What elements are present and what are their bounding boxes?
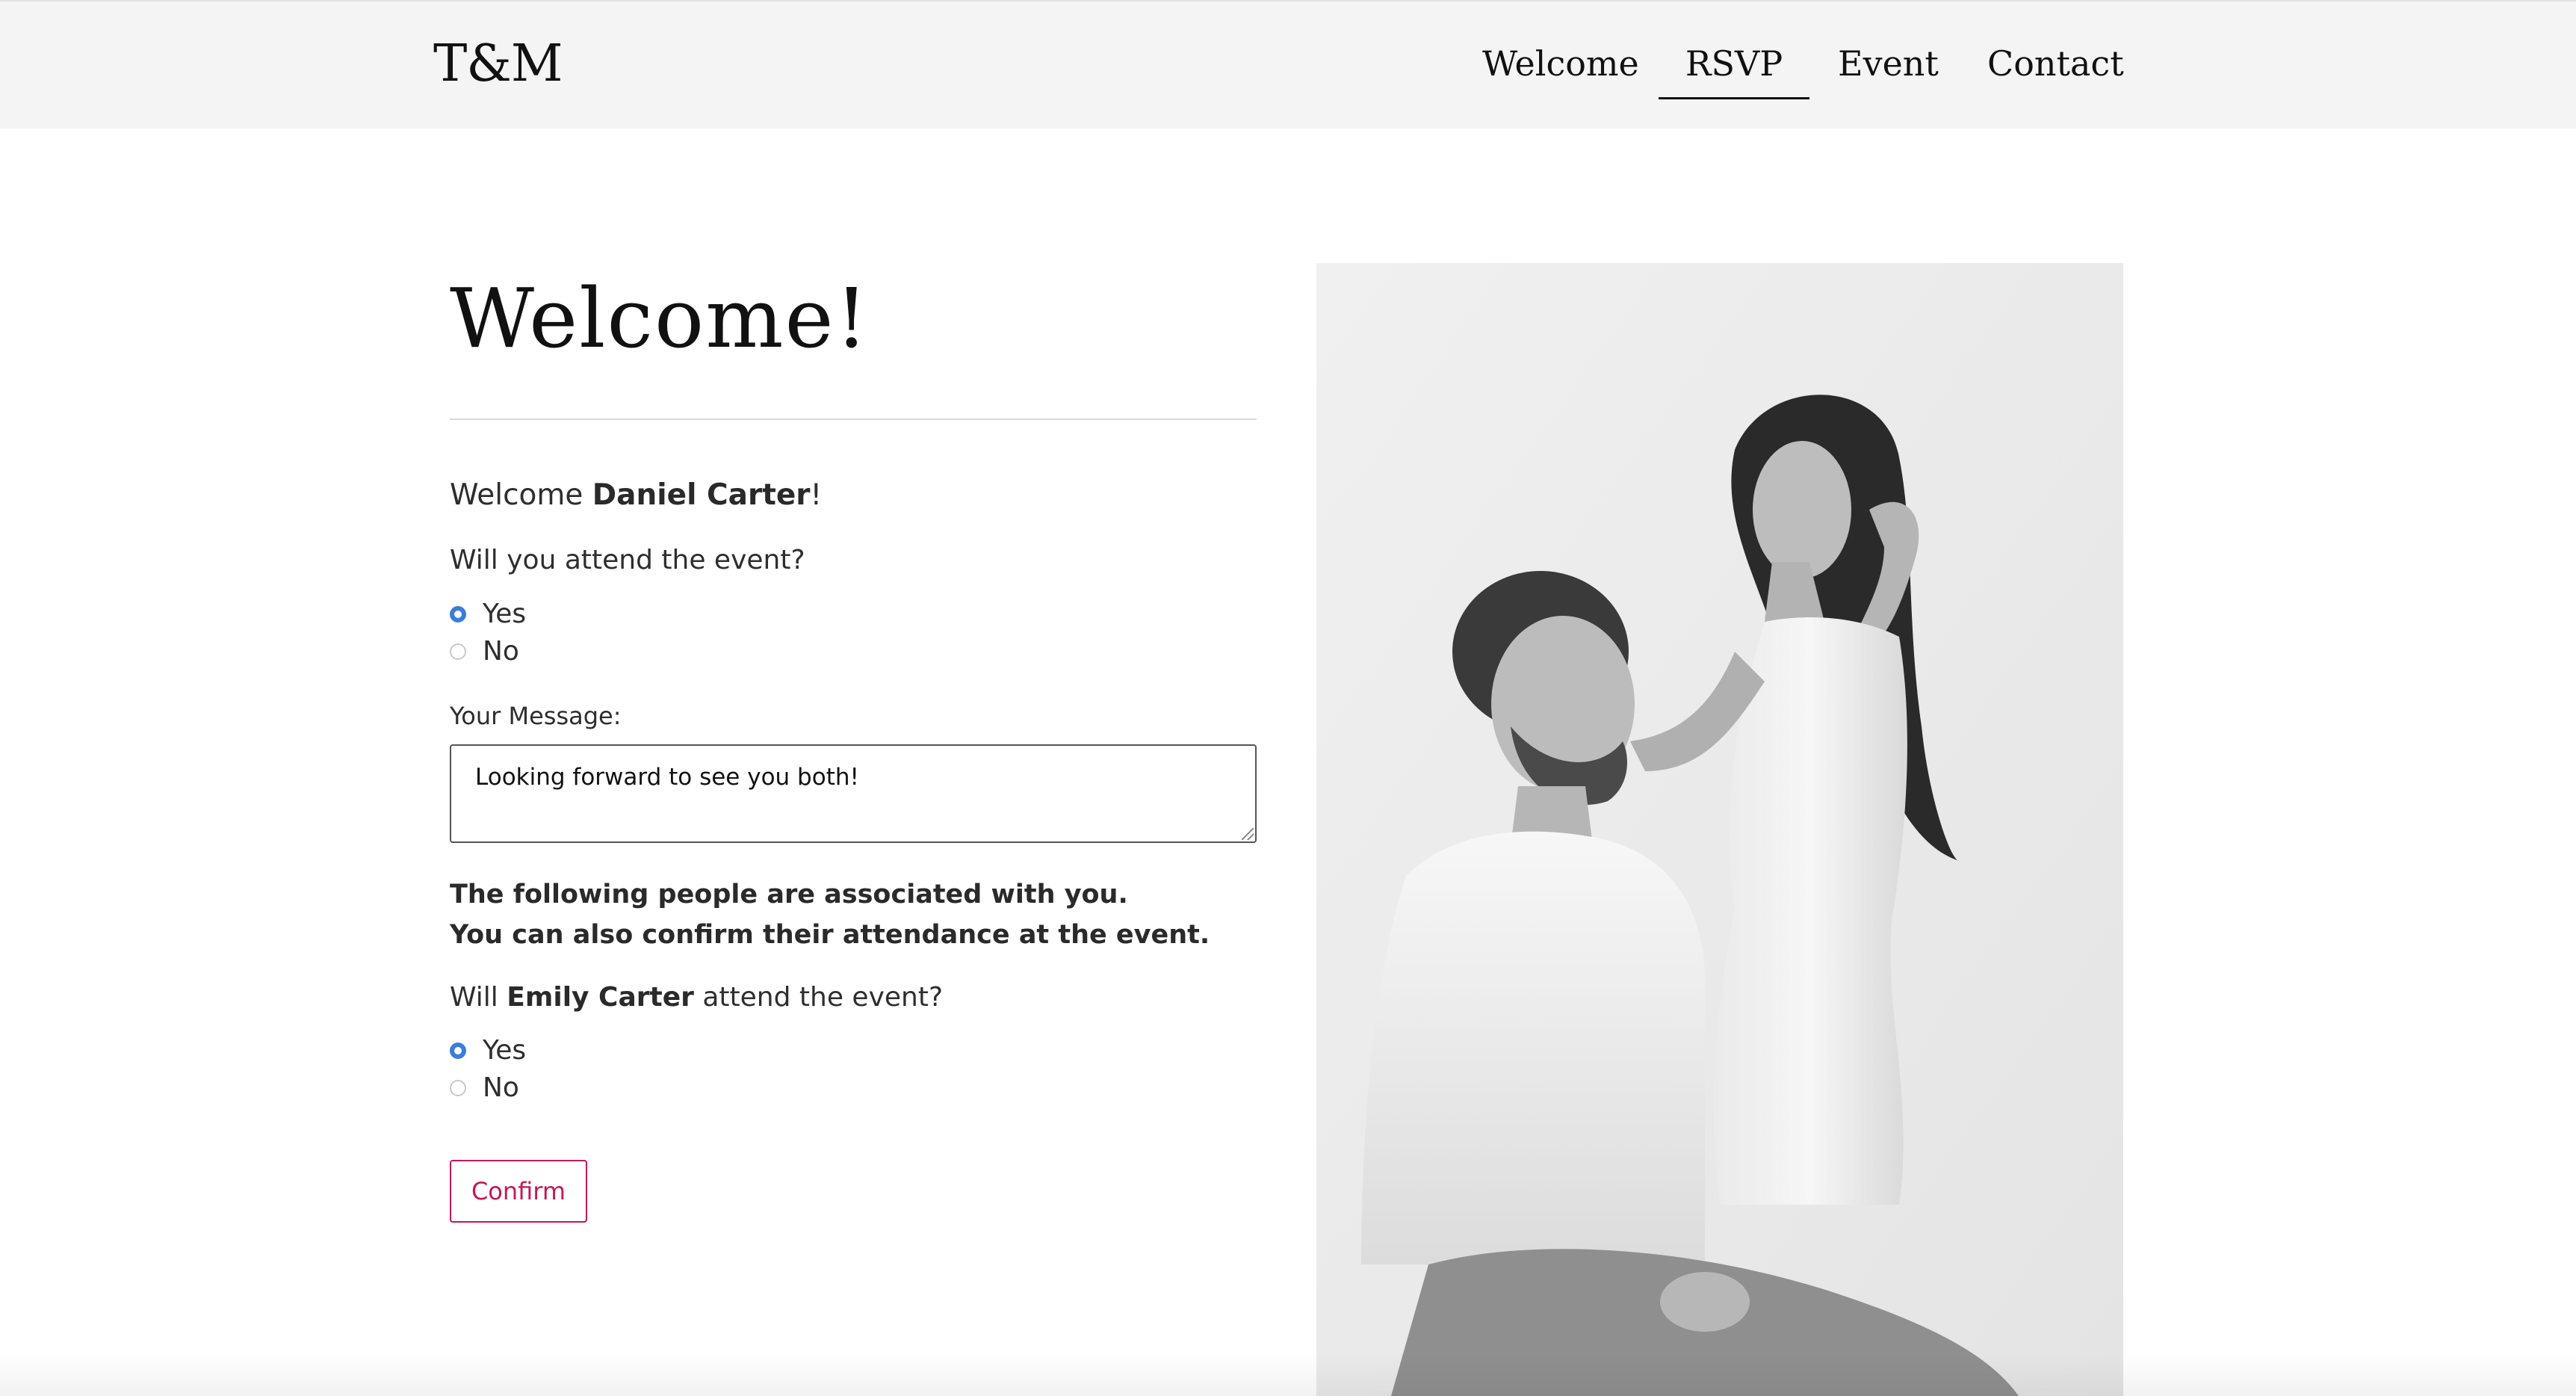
guest-name: Daniel Carter — [592, 478, 811, 512]
page-title: Welcome! — [450, 271, 870, 366]
nav-item-event[interactable]: Event — [1838, 39, 1939, 88]
nav-item-rsvp[interactable]: RSVP — [1659, 39, 1809, 88]
greeting-prefix: Welcome — [450, 478, 592, 512]
attend-no-radio[interactable] — [450, 643, 466, 660]
companion-name: Emily Carter — [507, 982, 694, 1013]
nav-item-welcome[interactable]: Welcome — [1482, 39, 1639, 88]
associated-line-2: You can also confirm their attendance at… — [450, 920, 1210, 950]
couple-photo-illustration — [1316, 263, 2123, 1396]
greeting-suffix: ! — [810, 478, 823, 512]
message-label: Your Message: — [450, 702, 622, 730]
companion-no-option[interactable]: No — [450, 1070, 519, 1106]
companion-question-suffix: attend the event? — [693, 982, 944, 1013]
site-header: T&M Welcome RSVP Event Contact — [0, 0, 2576, 129]
textarea-resize-handle[interactable] — [1242, 828, 1254, 840]
attend-yes-option[interactable]: Yes — [450, 596, 526, 632]
nav-item-contact[interactable]: Contact — [1987, 39, 2124, 88]
companion-no-label[interactable]: No — [483, 1070, 519, 1106]
confirm-button[interactable]: Confirm — [450, 1160, 587, 1223]
companion-question-prefix: Will — [450, 982, 507, 1013]
companion-yes-label[interactable]: Yes — [483, 1033, 526, 1069]
companion-yes-option[interactable]: Yes — [450, 1033, 526, 1069]
attend-no-label[interactable]: No — [483, 634, 519, 670]
attend-no-option[interactable]: No — [450, 634, 519, 670]
title-divider — [450, 419, 1257, 420]
page-bottom-shadow — [0, 1351, 2576, 1396]
couple-photo — [1316, 263, 2123, 1396]
attend-question: Will you attend the event? — [450, 545, 805, 575]
companion-yes-radio[interactable] — [450, 1043, 466, 1059]
greeting: Welcome Daniel Carter! — [450, 475, 822, 516]
attend-yes-radio[interactable] — [450, 606, 466, 623]
companion-no-radio[interactable] — [450, 1080, 466, 1096]
associated-line-1: The following people are associated with… — [450, 880, 1128, 909]
message-textarea[interactable]: Looking forward to see you both! — [450, 744, 1257, 843]
associated-people-notice: The following people are associated with… — [450, 874, 1210, 955]
nav-active-underline — [1659, 97, 1809, 99]
site-logo[interactable]: T&M — [433, 34, 563, 94]
attend-yes-label[interactable]: Yes — [483, 596, 526, 632]
companion-question: Will Emily Carter attend the event? — [450, 979, 943, 1016]
